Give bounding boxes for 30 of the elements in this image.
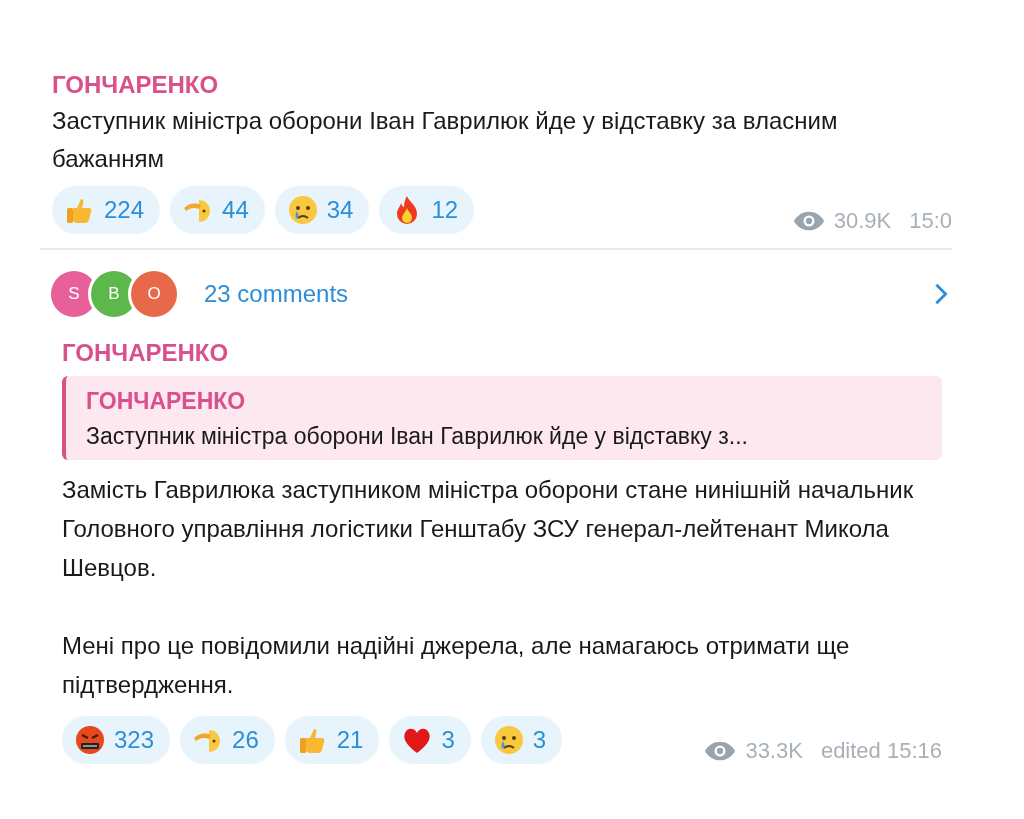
message-time: edited 15:16 bbox=[820, 738, 942, 764]
thumbs-reaction[interactable]: 21 bbox=[284, 716, 380, 764]
salute-reaction[interactable]: 44 bbox=[170, 186, 265, 234]
heart-reaction[interactable]: 3 bbox=[389, 716, 471, 764]
eye-icon bbox=[703, 740, 738, 762]
author-name: ГОНЧАРЕНКО bbox=[52, 70, 220, 100]
message-paragraph: Мені про це повідомили надійні джерела, але намагаюсь отримати ще підтвердження. bbox=[62, 631, 851, 700]
message-text: Заступник міністра оборони Іван Гаврилюк йде у відставку за власним бажанням bbox=[52, 106, 839, 174]
fire-reaction[interactable]: 12 bbox=[379, 186, 475, 234]
quoted-message[interactable]: ГОНЧАРЕНКО Заступник міністра оборони Іван Гаврилюк йде у відставку з... bbox=[62, 376, 942, 460]
eye-icon bbox=[791, 210, 826, 232]
cry-emoji-icon bbox=[286, 194, 319, 226]
message-paragraph: Замість Гаврилюка заступником міністра оборони стане нинішній начальник Головного управління логістики Генштабу ЗСУ генерал-лейтенант Микола Шевцов. bbox=[62, 475, 915, 583]
author-name: ГОНЧАРЕНКО bbox=[62, 338, 230, 368]
cry-emoji-icon bbox=[492, 724, 525, 756]
cry-reaction[interactable]: 3 bbox=[480, 716, 563, 764]
quote-author: ГОНЧАРЕНКО bbox=[86, 387, 247, 416]
cry-reaction[interactable]: 34 bbox=[274, 186, 370, 234]
angry-emoji-icon bbox=[74, 724, 106, 756]
view-count: 33.3K bbox=[745, 738, 803, 764]
message-time: 15:0 bbox=[909, 208, 952, 234]
chevron-right-icon[interactable] bbox=[934, 282, 948, 306]
comments-link[interactable]: 23 comments bbox=[204, 280, 934, 308]
salute-reaction[interactable]: 26 bbox=[180, 716, 275, 764]
view-count: 30.9K bbox=[833, 208, 892, 234]
thumbs-reaction[interactable]: 224 bbox=[52, 186, 161, 234]
angry-reaction[interactable]: 323 bbox=[62, 716, 171, 764]
avatar: O bbox=[128, 268, 180, 320]
comments-bar[interactable]: S B O 23 comments bbox=[48, 264, 948, 324]
quote-text: Заступник міністра оборони Іван Гаврилюк йде у відставку з... bbox=[86, 422, 749, 451]
